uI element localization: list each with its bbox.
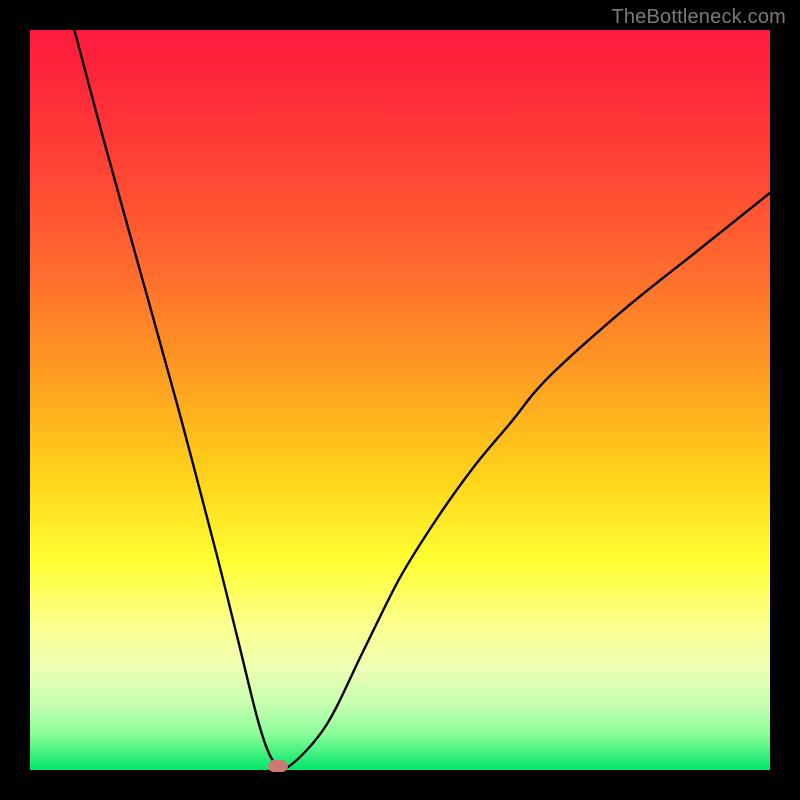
marker-dot (268, 760, 288, 772)
curve-path (74, 30, 770, 770)
watermark-text: TheBottleneck.com (611, 6, 786, 29)
bottleneck-curve (30, 30, 770, 770)
chart-frame: TheBottleneck.com (0, 0, 800, 800)
plot-area (30, 30, 770, 770)
